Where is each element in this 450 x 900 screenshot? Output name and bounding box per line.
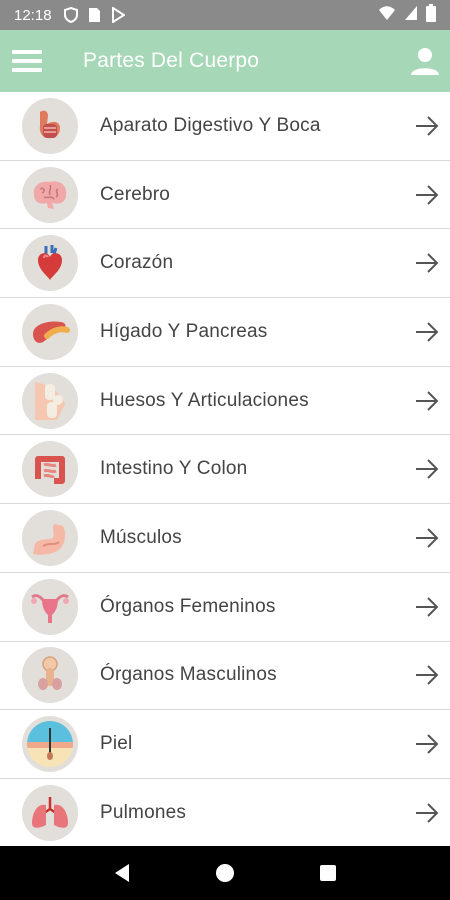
list-item-label: Aparato Digestivo Y Boca [100,114,321,136]
play-store-icon [111,7,125,23]
list-item-piel[interactable]: Piel [0,710,450,779]
uterus-icon [22,578,78,635]
list-item-intestino[interactable]: Intestino Y Colon [0,435,450,505]
arrow-right-icon [416,528,439,548]
knee-joint-icon [22,372,78,429]
shield-icon [63,7,78,23]
male-organ-icon [22,647,78,704]
arrow-right-icon [416,459,439,479]
list-item-higado[interactable]: Hígado Y Pancreas [0,298,450,367]
arrow-right-icon [416,803,439,823]
heart-icon [22,235,78,292]
list-item-label: Intestino Y Colon [100,458,248,480]
hamburger-menu-icon[interactable] [12,50,42,72]
list-item-label: Corazón [100,252,174,274]
arrow-right-icon [416,596,439,617]
home-icon[interactable] [205,853,245,893]
digestive-system-icon [22,97,78,154]
back-icon[interactable] [102,853,142,893]
list-item-label: Pulmones [100,801,187,823]
recents-icon[interactable] [308,853,348,893]
system-nav-bar [0,846,450,900]
battery-icon [426,4,436,26]
arrow-right-icon [416,116,439,136]
sim-card-icon [88,7,101,23]
list-item-label: Piel [100,733,133,755]
list-item-pulmones[interactable]: Pulmones [0,778,450,846]
person-icon[interactable] [410,46,440,76]
arrow-right-icon [416,734,439,754]
intestine-icon [22,441,78,498]
arrow-right-icon [416,322,439,342]
arrow-right-icon [416,665,439,686]
arrow-right-icon [416,390,439,411]
signal-icon [404,5,418,25]
list-item-huesos[interactable]: Huesos Y Articulaciones [0,366,450,436]
list-item-organos-femeninos[interactable]: Órganos Femeninos [0,572,450,642]
list-item-label: Huesos Y Articulaciones [100,389,309,411]
skin-layer-icon [22,716,78,773]
list-item-label: Hígado Y Pancreas [100,320,268,342]
app-bar: Partes Del Cuerpo [0,30,450,92]
list-item-organos-masculinos[interactable]: Órganos Masculinos [0,641,450,711]
body-parts-list: Aparato Digestivo Y Boca Cerebro Corazón [0,92,450,846]
list-item-musculos[interactable]: Músculos [0,504,450,573]
list-item-cerebro[interactable]: Cerebro [0,160,450,230]
list-item-label: Órganos Masculinos [100,664,277,686]
list-item-digestivo[interactable]: Aparato Digestivo Y Boca [0,92,450,161]
arrow-right-icon [416,253,439,273]
wifi-icon [378,5,396,25]
list-item-label: Músculos [100,526,182,548]
page-title: Partes Del Cuerpo [83,49,260,72]
lungs-icon [22,784,78,841]
muscle-arm-icon [22,509,78,566]
list-item-label: Cerebro [100,183,171,205]
brain-icon [22,166,78,223]
list-item-corazon[interactable]: Corazón [0,229,450,299]
arrow-right-icon [416,184,439,205]
status-bar: 12:18 [0,0,450,30]
list-item-label: Órganos Femeninos [100,595,276,617]
liver-icon [22,303,78,360]
status-time: 12:18 [14,6,52,24]
